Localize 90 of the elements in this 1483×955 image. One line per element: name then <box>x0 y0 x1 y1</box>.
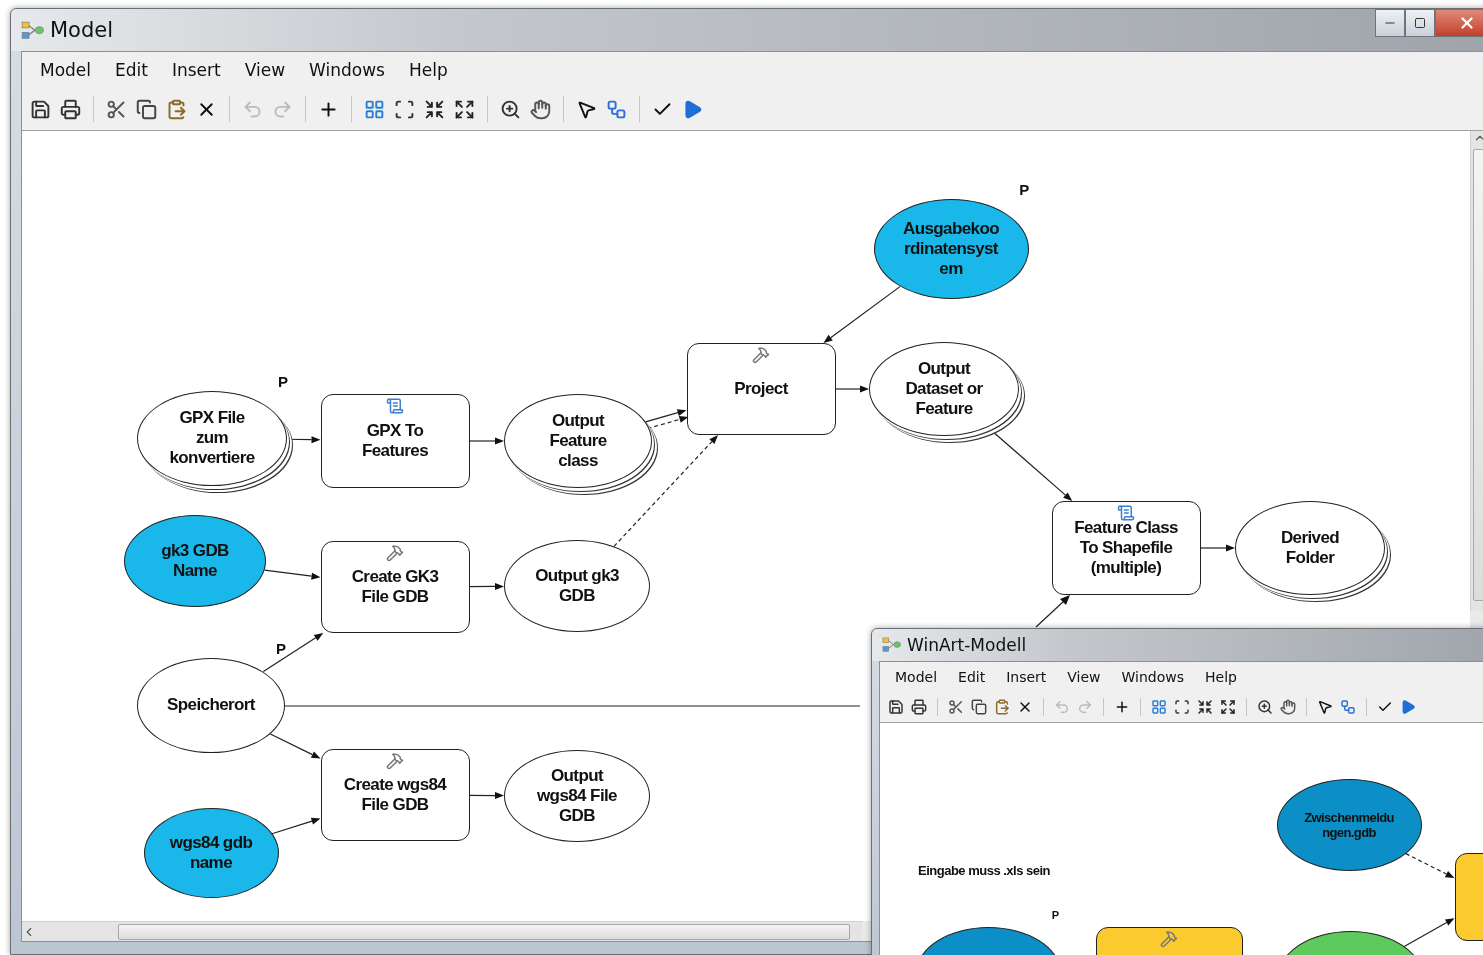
vertical-scrollbar[interactable] <box>1470 131 1483 611</box>
save-icon[interactable] <box>888 699 904 715</box>
save-icon[interactable] <box>30 98 51 120</box>
connector-arrow <box>468 582 504 590</box>
menu-item[interactable]: Help <box>408 60 448 80</box>
expand-icon[interactable] <box>454 98 475 120</box>
menu-item[interactable]: Windows <box>309 60 385 80</box>
print-icon[interactable] <box>911 699 927 715</box>
hammer-icon <box>752 346 770 364</box>
data-node[interactable]: Output wgs84 File GDB <box>504 750 650 842</box>
menu-item[interactable]: View <box>1067 669 1101 685</box>
grid-layout-icon[interactable] <box>364 98 385 120</box>
connector-arrow <box>262 633 324 673</box>
zoom-in-icon[interactable] <box>500 98 521 120</box>
connector-arrow <box>264 569 321 580</box>
menu-item[interactable]: Edit <box>115 60 148 80</box>
maximize-button[interactable] <box>1405 9 1435 37</box>
horizontal-scrollbar[interactable] <box>22 921 862 941</box>
pan-hand-icon[interactable] <box>530 98 551 120</box>
connector-arrow <box>271 817 321 835</box>
connector-arrow <box>468 792 504 800</box>
parameter-mark: P <box>1019 182 1030 197</box>
connector-arrow <box>1035 595 1070 628</box>
menu-item[interactable]: Insert <box>1006 669 1047 685</box>
connector-arrow <box>834 385 869 393</box>
menu-item[interactable]: Windows <box>1121 669 1185 685</box>
parameter-mark: P <box>278 373 288 389</box>
variable-node[interactable]: wgs84 gdb name <box>143 808 279 898</box>
menu-item[interactable]: Model <box>895 669 938 685</box>
tool-node[interactable]: Project <box>686 343 836 435</box>
menu-item[interactable]: Insert <box>171 60 221 80</box>
data-node[interactable]: Speicherort <box>137 657 285 753</box>
model-icon <box>882 637 901 653</box>
tool-node[interactable]: Create GK3 File GDB <box>320 541 470 633</box>
menu-item[interactable]: Edit <box>958 669 986 685</box>
menu-item[interactable]: Help <box>1205 669 1237 685</box>
zoom-in-icon[interactable] <box>1257 699 1273 715</box>
connector-arrow <box>269 733 321 759</box>
paste-icon[interactable] <box>994 699 1010 715</box>
close-icon <box>1458 14 1476 32</box>
add-data-icon[interactable] <box>1114 699 1130 715</box>
script-icon <box>386 397 404 415</box>
pointer-icon[interactable] <box>1317 699 1333 715</box>
model-icon <box>21 20 44 40</box>
connect-icon[interactable] <box>1340 699 1356 715</box>
connector-arrow <box>1403 918 1455 948</box>
scroll-thumb[interactable] <box>118 924 850 940</box>
close-button[interactable] <box>1435 9 1483 37</box>
full-extent-icon[interactable] <box>394 98 415 120</box>
variable-node[interactable]: Ausgabekoordinatensystem <box>873 199 1029 299</box>
run-icon[interactable] <box>682 98 703 120</box>
pan-hand-icon[interactable] <box>1280 699 1296 715</box>
tool-node[interactable]: Feature Class To Shapefile (multiple) <box>1051 501 1201 595</box>
variable-node[interactable]: Zwischenmeldungen.gdb <box>1276 779 1422 871</box>
script-icon <box>1117 504 1135 522</box>
menu-item[interactable]: Model <box>40 60 92 80</box>
minimize-button[interactable] <box>1375 9 1405 37</box>
connector-arrow <box>644 409 687 423</box>
delete-icon[interactable] <box>1017 699 1033 715</box>
connector-arrow <box>1405 853 1455 879</box>
parameter-mark: P <box>1051 910 1060 921</box>
parameter-mark: P <box>276 640 287 656</box>
connector-arrow <box>1199 544 1235 552</box>
copy-icon[interactable] <box>136 98 157 120</box>
maximize-icon <box>1414 17 1426 29</box>
window-title: Model <box>50 18 114 42</box>
shrink-icon[interactable] <box>424 98 445 120</box>
data-node[interactable]: Output gk3 GDB <box>504 540 650 632</box>
print-icon[interactable] <box>60 98 81 120</box>
variable-node[interactable]: gk3 GDB Name <box>124 515 266 607</box>
window-title: WinArt-Modell <box>907 635 1027 655</box>
shrink-icon[interactable] <box>1197 699 1213 715</box>
hammer-icon <box>1160 930 1178 948</box>
grid-layout-icon[interactable] <box>1151 699 1167 715</box>
model-label: Eingabe muss .xls sein <box>918 863 1051 878</box>
tool-node[interactable]: GPX To Features <box>320 394 470 488</box>
menu-item[interactable]: View <box>244 60 286 80</box>
tool-node[interactable]: Create wgs84 File GDB <box>320 749 470 841</box>
full-extent-icon[interactable] <box>1174 699 1190 715</box>
connector-arrow <box>468 437 504 445</box>
cut-icon[interactable] <box>106 98 127 120</box>
paste-icon[interactable] <box>166 98 187 120</box>
expand-icon[interactable] <box>1220 699 1236 715</box>
hammer-icon <box>386 544 404 562</box>
run-icon[interactable] <box>1400 699 1416 715</box>
scroll-thumb[interactable] <box>1472 149 1483 601</box>
hammer-icon <box>386 752 404 770</box>
cut-icon[interactable] <box>948 699 964 715</box>
copy-icon[interactable] <box>971 699 987 715</box>
connect-icon[interactable] <box>606 98 627 120</box>
